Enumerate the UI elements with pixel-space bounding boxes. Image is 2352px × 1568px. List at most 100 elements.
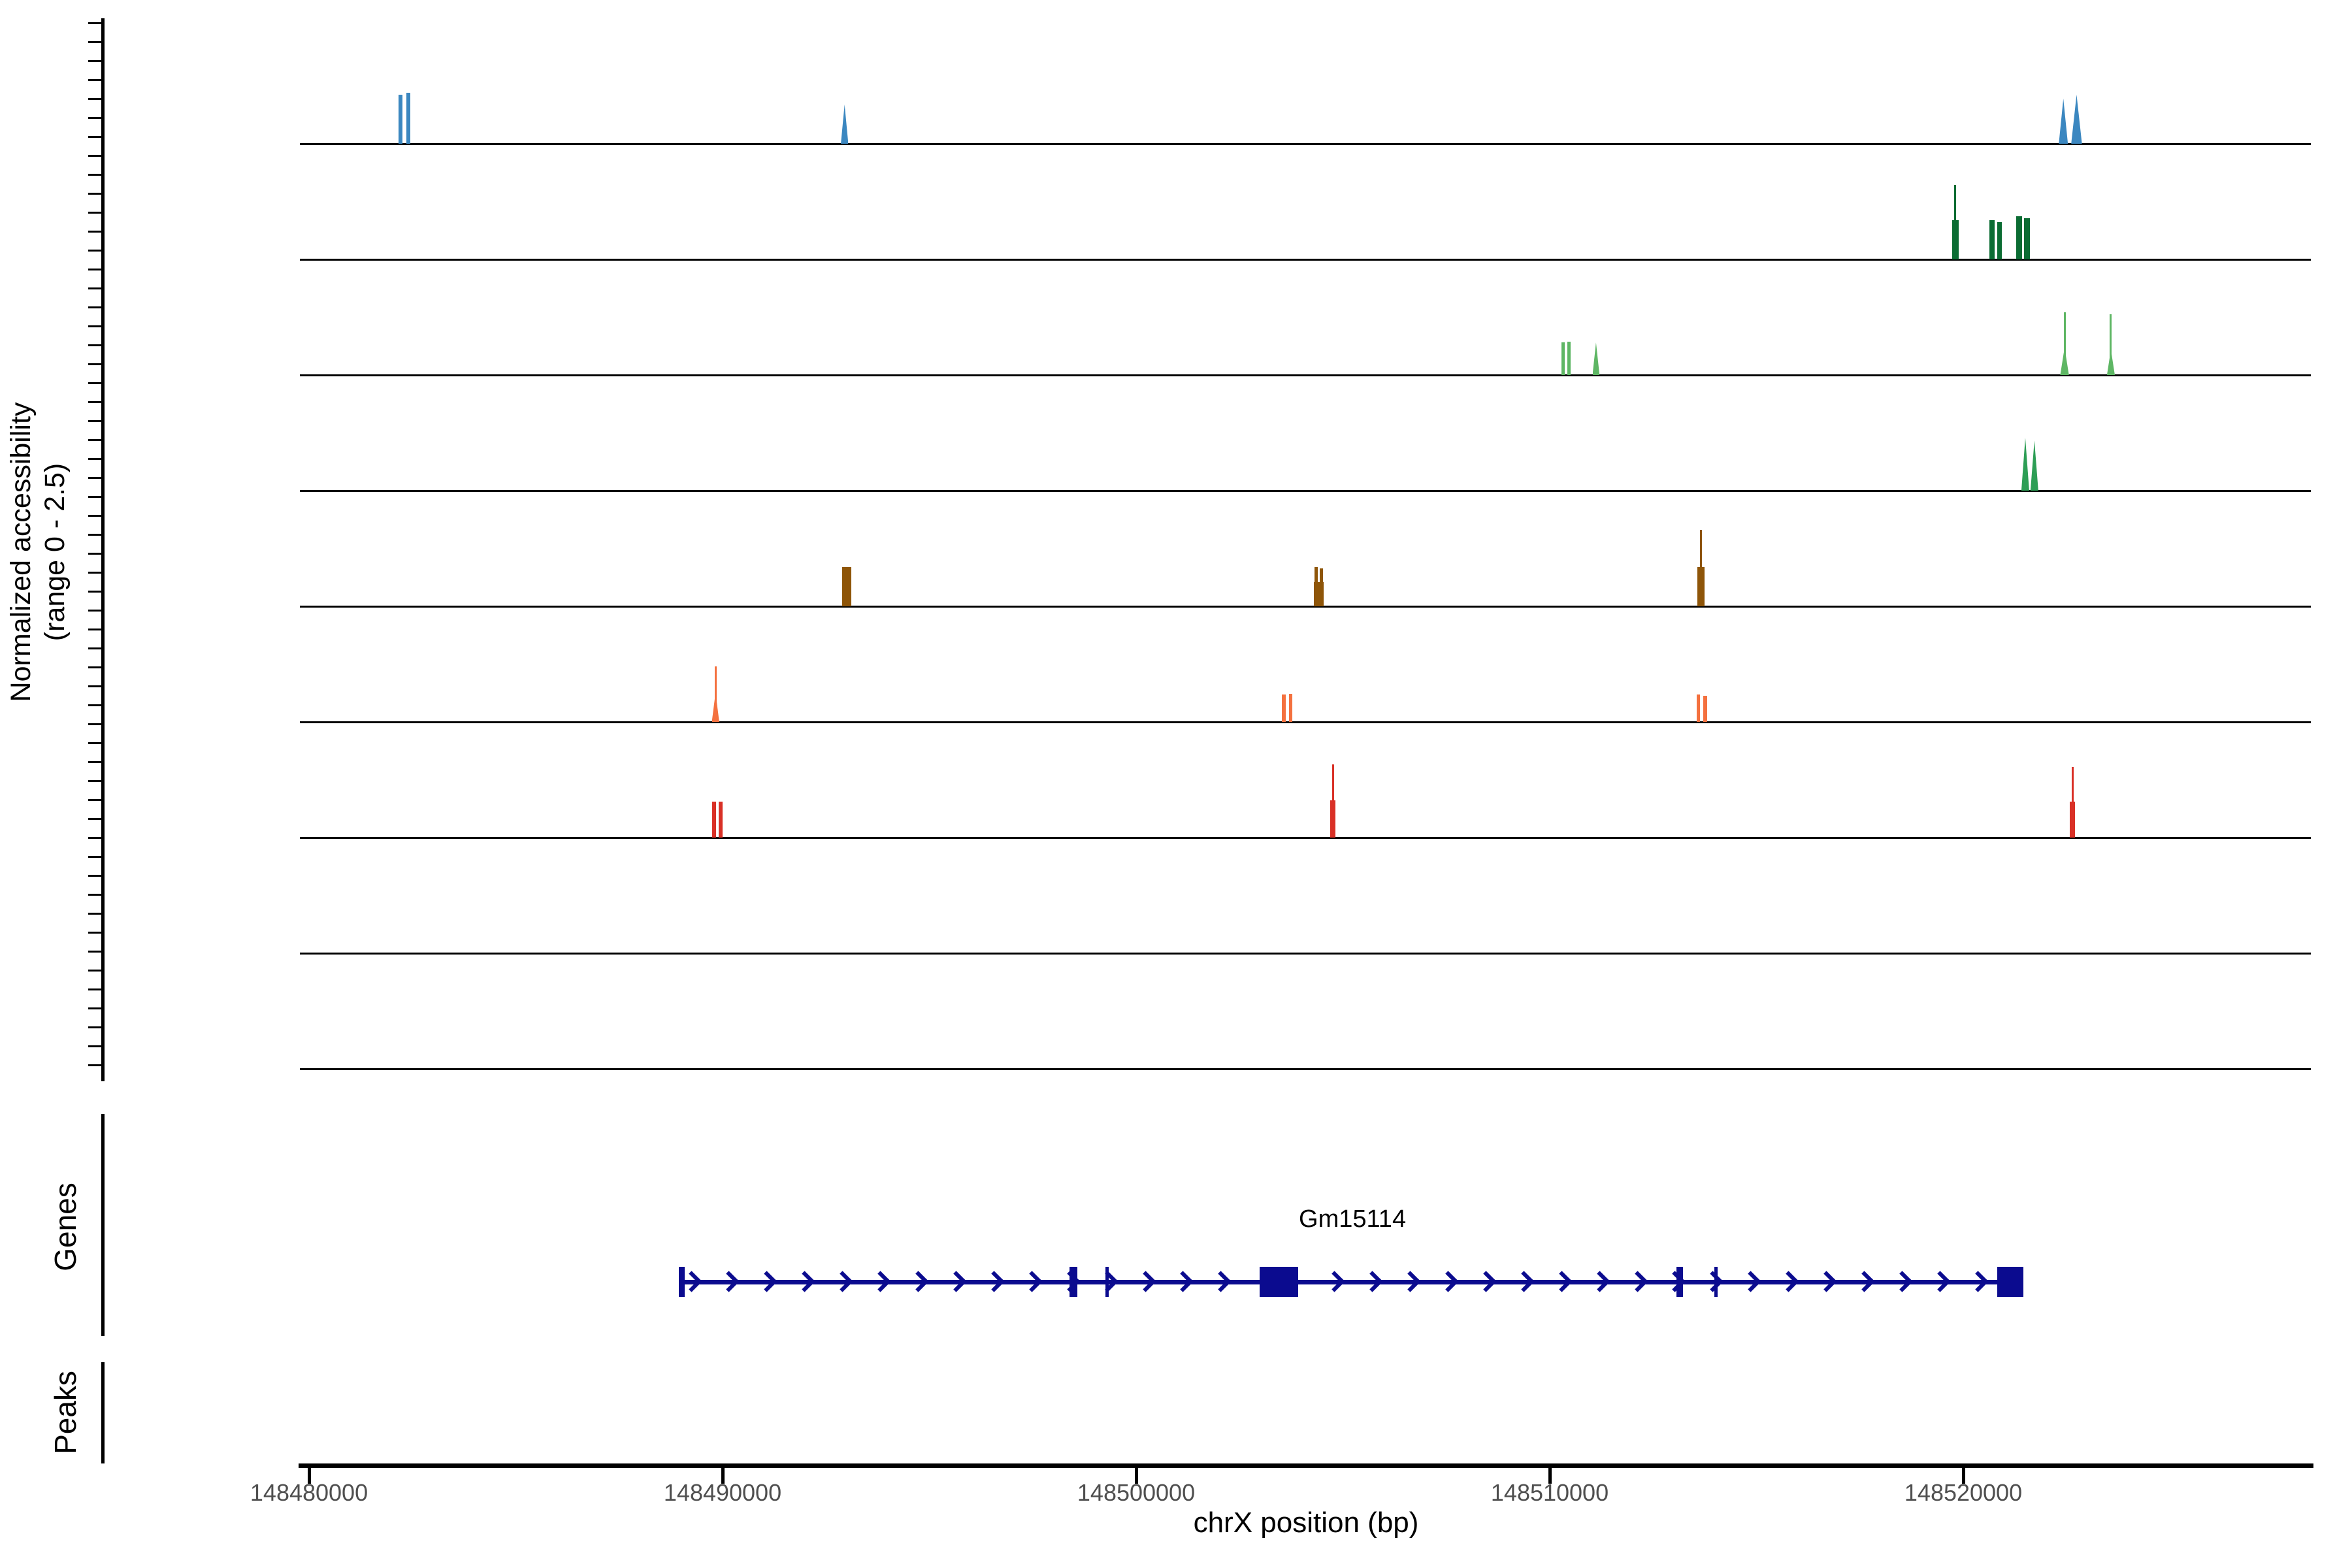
gene-direction-arrow [1967,1271,1989,1292]
gene-direction-arrow [1097,1271,1119,1292]
gene-direction-arrow [1324,1271,1345,1292]
y-axis-tick [88,534,102,536]
coverage-peak [2031,440,2038,491]
gene-direction-arrow [1703,1271,1724,1292]
y-axis-tick [88,515,102,517]
genes-axis-bracket [101,1114,105,1336]
y-axis-tick [88,287,102,289]
x-axis-tick-label: 148510000 [1491,1479,1609,1507]
y-axis-tick [88,723,102,725]
y-axis-tick [88,988,102,990]
coverage-peak [2059,99,2068,144]
track-baseline [300,374,2311,376]
coverage-peak [712,802,716,838]
coverage-peak [2024,218,2029,259]
gene-direction-arrow [1778,1271,1799,1292]
y-axis-tick [88,780,102,782]
gene-direction-arrow [1135,1271,1156,1292]
y-axis-tick [88,875,102,877]
y-axis-tick [88,155,102,157]
gene-direction-arrow [757,1271,778,1292]
coverage-peak [1703,696,1707,722]
coverage-peak [2060,348,2068,375]
gene-direction-arrow [1211,1271,1232,1292]
y-axis-tick [88,344,102,346]
track-baseline [300,606,2311,608]
gene-direction-arrow [1513,1271,1535,1292]
coverage-peak [1593,342,1600,375]
y-axis-tick [88,420,102,422]
y-axis-tick [88,363,102,365]
y-axis-tick [88,98,102,100]
gene-direction-arrow [1475,1271,1497,1292]
y-axis-tick [88,439,102,441]
coverage-peak [1320,568,1324,606]
coverage-peak [842,567,851,606]
y-axis-tick [88,269,102,270]
x-axis-title: chrX position (bp) [1194,1507,1419,1539]
x-axis-tick-label: 148490000 [664,1479,781,1507]
gene-direction-arrow [1399,1271,1421,1292]
gene-direction-arrow [1589,1271,1610,1292]
coverage-peak [841,105,848,144]
coverage-peak [2071,95,2082,144]
y-axis-label: Normalized accessibility (range 0 - 2.5) [4,402,72,702]
y-axis-tick [88,856,102,858]
x-axis-tick-label: 148500000 [1077,1479,1195,1507]
coverage-peak [1997,222,2002,259]
y-axis-tick [88,174,102,176]
coverage-peak [1315,567,1318,606]
y-axis-tick [88,60,102,62]
coverage-peak [2070,802,2075,838]
y-axis-tick [88,22,102,24]
y-axis-tick [88,193,102,195]
gene-direction-arrow [983,1271,1005,1292]
y-axis-tick [88,212,102,214]
y-axis-tick [88,894,102,896]
coverage-peak [1989,220,1995,259]
y-axis-tick [88,1007,102,1009]
y-axis-tick [88,325,102,327]
gene-label: Gm15114 [1299,1205,1406,1233]
gene-direction-arrow [1854,1271,1875,1292]
peaks-panel-label: Peaks [48,1371,83,1454]
y-axis-tick [88,913,102,915]
y-axis-tick [88,306,102,308]
y-axis-tick [88,951,102,953]
y-axis-tick [88,231,102,233]
gene-direction-arrow [794,1271,816,1292]
gene-direction-arrow [832,1271,853,1292]
track-baseline [300,143,2311,145]
gene-direction-arrow [1740,1271,1762,1292]
coverage-peak [1567,342,1571,375]
y-axis-tick [88,458,102,460]
y-axis-tick [88,610,102,612]
y-axis-tick [88,382,102,384]
gene-exon [1997,1267,2024,1297]
y-axis-tick [88,647,102,649]
y-axis-tick [88,629,102,630]
coverage-peak [399,95,402,144]
coverage-peak [1697,567,1705,606]
gene-direction-arrow [870,1271,891,1292]
track-baseline [300,1068,2311,1070]
gene-direction-arrow [945,1271,967,1292]
y-axis-ruler [101,18,105,1081]
coverage-peak [2107,350,2115,375]
coverage-peak [1282,694,1285,722]
coverage-peak [1330,800,1335,838]
coverage-peak [2016,216,2022,259]
gene-direction-arrow [1362,1271,1383,1292]
y-axis-tick [88,41,102,43]
y-axis-tick [88,117,102,119]
y-axis-tick [88,553,102,555]
y-axis-tick [88,591,102,593]
genes-panel-label: Genes [48,1183,83,1271]
coverage-plot-figure: Normalized accessibility (range 0 - 2.5)… [0,0,2352,1568]
gene-direction-arrow [1173,1271,1194,1292]
y-axis-tick [88,799,102,801]
track-baseline [300,837,2311,839]
gene-direction-arrow [1021,1271,1043,1292]
y-axis-tick [88,666,102,668]
y-axis-label-line2: (range 0 - 2.5) [38,402,72,702]
